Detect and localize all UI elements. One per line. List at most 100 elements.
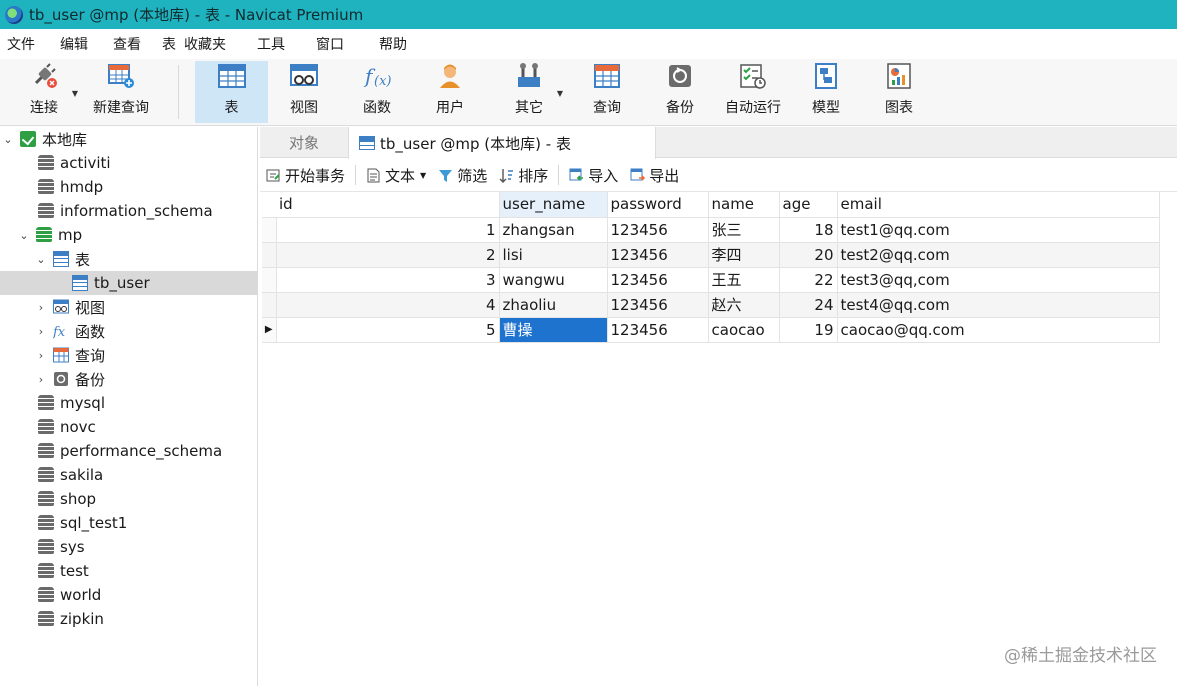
table-button[interactable]: 表 bbox=[195, 61, 268, 123]
cell-id[interactable]: 5 bbox=[276, 317, 500, 343]
table-row[interactable]: 4 zhaoliu 123456 赵六 24 test4@qq.com bbox=[262, 292, 1160, 318]
tree-db-sql-test1[interactable]: sql_test1 bbox=[0, 511, 258, 535]
import-button[interactable]: 导入 bbox=[563, 161, 624, 189]
automation-button[interactable]: 自动运行 bbox=[721, 61, 785, 123]
menu-help[interactable]: 帮助 bbox=[353, 34, 416, 54]
begin-transaction-button[interactable]: 开始事务 bbox=[260, 161, 351, 189]
expand-chevron-icon[interactable]: › bbox=[35, 349, 47, 362]
row-indicator[interactable] bbox=[262, 267, 277, 293]
collapse-chevron-icon[interactable]: ⌄ bbox=[18, 229, 30, 242]
tab-objects[interactable]: 对象 bbox=[260, 127, 348, 158]
tree-db-activiti[interactable]: activiti bbox=[0, 151, 258, 175]
cell-age[interactable]: 19 bbox=[779, 317, 838, 343]
column-header-id[interactable]: id bbox=[276, 192, 500, 218]
cell-name[interactable]: 张三 bbox=[708, 217, 780, 243]
column-header-password[interactable]: password bbox=[607, 192, 709, 218]
tab-tb-user[interactable]: tb_user @mp (本地库) - 表 bbox=[348, 127, 656, 159]
user-button[interactable]: 用户 bbox=[428, 61, 472, 123]
chart-button[interactable]: 图表 bbox=[877, 61, 921, 123]
sort-button[interactable]: 排序 bbox=[493, 161, 554, 189]
cell-id[interactable]: 4 bbox=[276, 292, 500, 318]
tree-db-information-schema[interactable]: information_schema bbox=[0, 199, 258, 223]
cell-id[interactable]: 3 bbox=[276, 267, 500, 293]
cell-name[interactable]: 王五 bbox=[708, 267, 780, 293]
others-dropdown-icon[interactable]: ▼ bbox=[557, 89, 563, 98]
expand-chevron-icon[interactable]: › bbox=[35, 325, 47, 338]
tree-db-performance-schema[interactable]: performance_schema bbox=[0, 439, 258, 463]
cell-age[interactable]: 20 bbox=[779, 242, 838, 268]
row-indicator[interactable] bbox=[262, 292, 277, 318]
tree-folder-backups[interactable]: › 备份 bbox=[0, 367, 258, 391]
tree-db-world[interactable]: world bbox=[0, 583, 258, 607]
collapse-chevron-icon[interactable]: ⌄ bbox=[35, 253, 47, 266]
cell-user-name-selected[interactable]: 曹操 bbox=[499, 317, 608, 343]
menu-file[interactable]: 文件 bbox=[0, 34, 44, 54]
tree-db-hmdp[interactable]: hmdp bbox=[0, 175, 258, 199]
function-button[interactable]: f (x) 函数 bbox=[355, 61, 399, 123]
model-button[interactable]: 模型 bbox=[804, 61, 848, 123]
others-button[interactable]: 其它 ▼ bbox=[507, 61, 563, 123]
tree-connection-local[interactable]: ⌄ 本地库 bbox=[0, 127, 258, 151]
cell-id[interactable]: 2 bbox=[276, 242, 500, 268]
tree-folder-functions[interactable]: › fx 函数 bbox=[0, 319, 258, 343]
cell-name[interactable]: 李四 bbox=[708, 242, 780, 268]
column-header-email[interactable]: email bbox=[837, 192, 1160, 218]
tree-db-zipkin[interactable]: zipkin bbox=[0, 607, 258, 631]
query-button[interactable]: 查询 bbox=[585, 61, 629, 123]
table-row[interactable]: 1 zhangsan 123456 张三 18 test1@qq.com bbox=[262, 217, 1160, 243]
row-indicator[interactable] bbox=[262, 242, 277, 268]
tree-db-sakila[interactable]: sakila bbox=[0, 463, 258, 487]
cell-user-name[interactable]: zhangsan bbox=[499, 217, 608, 243]
export-button[interactable]: 导出 bbox=[624, 161, 685, 189]
table-row[interactable]: 2 lisi 123456 李四 20 test2@qq.com bbox=[262, 242, 1160, 268]
text-dropdown-icon[interactable]: ▼ bbox=[420, 171, 426, 180]
cell-password[interactable]: 123456 bbox=[607, 267, 709, 293]
collapse-chevron-icon[interactable]: ⌄ bbox=[2, 133, 14, 146]
connect-button[interactable]: 连接 ▼ bbox=[22, 61, 78, 123]
current-row-indicator-icon[interactable]: ▶ bbox=[262, 317, 277, 343]
tree-db-shop[interactable]: shop bbox=[0, 487, 258, 511]
cell-password[interactable]: 123456 bbox=[607, 217, 709, 243]
connect-dropdown-icon[interactable]: ▼ bbox=[72, 89, 78, 98]
column-header-age[interactable]: age bbox=[779, 192, 838, 218]
cell-name[interactable]: 赵六 bbox=[708, 292, 780, 318]
cell-email[interactable]: caocao@qq.com bbox=[837, 317, 1160, 343]
cell-user-name[interactable]: lisi bbox=[499, 242, 608, 268]
cell-password[interactable]: 123456 bbox=[607, 317, 709, 343]
filter-button[interactable]: 筛选 bbox=[432, 161, 493, 189]
cell-age[interactable]: 18 bbox=[779, 217, 838, 243]
menu-tools[interactable]: 工具 bbox=[235, 34, 294, 54]
menu-favorites[interactable]: 收藏夹 bbox=[180, 34, 235, 54]
expand-chevron-icon[interactable]: › bbox=[35, 373, 47, 386]
cell-email[interactable]: test4@qq.com bbox=[837, 292, 1160, 318]
backup-button[interactable]: 备份 bbox=[658, 61, 702, 123]
cell-user-name[interactable]: zhaoliu bbox=[499, 292, 608, 318]
cell-id[interactable]: 1 bbox=[276, 217, 500, 243]
tree-db-mysql[interactable]: mysql bbox=[0, 391, 258, 415]
column-header-name[interactable]: name bbox=[708, 192, 780, 218]
table-row-current[interactable]: ▶ 5 曹操 123456 caocao 19 caocao@qq.com bbox=[262, 317, 1160, 343]
column-header-user-name[interactable]: user_name bbox=[499, 192, 608, 218]
menu-table[interactable]: 表 bbox=[150, 34, 180, 54]
tree-folder-queries[interactable]: › 查询 bbox=[0, 343, 258, 367]
text-button[interactable]: 文本 ▼ bbox=[360, 161, 432, 189]
cell-email[interactable]: test3@qq,com bbox=[837, 267, 1160, 293]
tree-db-test[interactable]: test bbox=[0, 559, 258, 583]
menu-window[interactable]: 窗口 bbox=[294, 34, 353, 54]
menu-view[interactable]: 查看 bbox=[97, 34, 150, 54]
menu-edit[interactable]: 编辑 bbox=[44, 34, 97, 54]
expand-chevron-icon[interactable]: › bbox=[35, 301, 47, 314]
tree-db-mp[interactable]: ⌄ mp bbox=[0, 223, 258, 247]
row-indicator[interactable] bbox=[262, 217, 277, 243]
cell-age[interactable]: 22 bbox=[779, 267, 838, 293]
tree-db-sys[interactable]: sys bbox=[0, 535, 258, 559]
cell-age[interactable]: 24 bbox=[779, 292, 838, 318]
tree-db-novc[interactable]: novc bbox=[0, 415, 258, 439]
cell-user-name[interactable]: wangwu bbox=[499, 267, 608, 293]
cell-password[interactable]: 123456 bbox=[607, 292, 709, 318]
new-query-button[interactable]: 新建查询 bbox=[90, 61, 152, 123]
cell-email[interactable]: test1@qq.com bbox=[837, 217, 1160, 243]
cell-password[interactable]: 123456 bbox=[607, 242, 709, 268]
view-button[interactable]: 视图 bbox=[282, 61, 326, 123]
tree-folder-tables[interactable]: ⌄ 表 bbox=[0, 247, 258, 271]
